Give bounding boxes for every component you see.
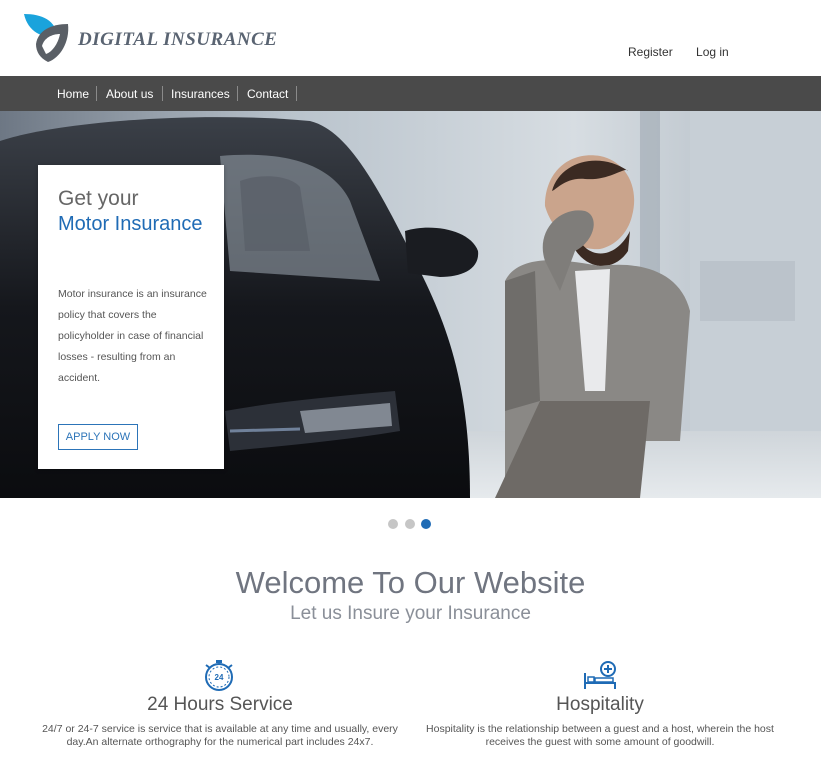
hero-title: Get your	[58, 187, 139, 210]
brand-name[interactable]: DIGITAL INSURANCE	[78, 29, 277, 51]
stopwatch-24-icon: 24	[205, 660, 233, 691]
service-description: Hospitality is the relationship between …	[426, 723, 774, 748]
main-nav: Home About us Insurances Contact	[0, 76, 821, 111]
service-description: 24/7 or 24-7 service is service that is …	[42, 723, 398, 748]
hero-description: Motor insurance is an insurance policy t…	[58, 288, 207, 384]
nav-about-us[interactable]: About us	[106, 87, 153, 101]
hero-promo-card: Get your Motor Insurance Motor insurance…	[38, 165, 224, 469]
login-link[interactable]: Log in	[696, 45, 729, 59]
nav-divider	[237, 86, 238, 101]
svg-text:24: 24	[215, 673, 224, 682]
welcome-title: Welcome To Our Website	[235, 565, 586, 600]
nav-contact[interactable]: Contact	[247, 87, 288, 101]
hospital-bed-icon	[584, 661, 616, 689]
nav-divider	[96, 86, 97, 101]
carousel-dot-active[interactable]	[421, 519, 431, 529]
carousel-dot[interactable]	[405, 519, 415, 529]
nav-divider	[162, 86, 163, 101]
hero-highlight: Motor Insurance	[58, 213, 203, 235]
logo-leaf-icon[interactable]	[22, 12, 74, 64]
site-header: DIGITAL INSURANCE Register Log in	[0, 0, 821, 76]
register-link[interactable]: Register	[628, 45, 673, 59]
welcome-subtitle: Let us Insure your Insurance	[290, 603, 531, 624]
service-title: 24 Hours Service	[147, 694, 293, 715]
apply-now-button[interactable]: APPLY NOW	[58, 424, 138, 450]
nav-home[interactable]: Home	[57, 87, 89, 101]
carousel-dot[interactable]	[388, 519, 398, 529]
nav-insurances[interactable]: Insurances	[171, 87, 230, 101]
service-title: Hospitality	[556, 694, 644, 715]
nav-divider	[296, 86, 297, 101]
